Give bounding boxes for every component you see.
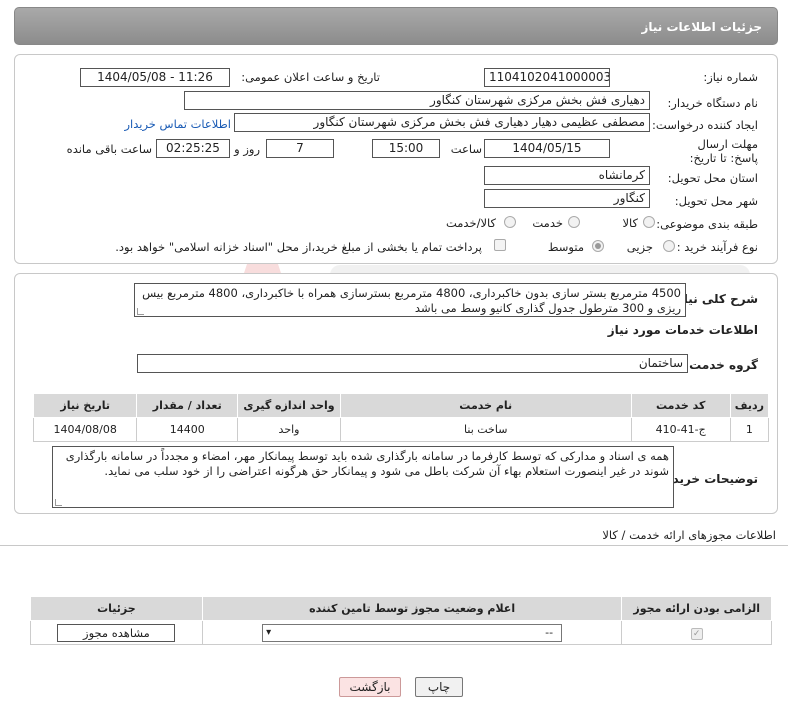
cell-row-number: 1 <box>729 417 770 442</box>
services-table-header: ردیف کد خدمت نام خدمت واحد اندازه گیری ت… <box>32 393 770 418</box>
print-button[interactable]: چاپ <box>415 677 463 697</box>
deadline-time-label: ساعت <box>450 142 482 156</box>
treasury-note: پرداخت تمام یا بخشی از مبلغ خرید،از محل … <box>115 240 482 254</box>
days-label: روز و <box>234 142 260 156</box>
col-unit: واحد اندازه گیری <box>237 393 341 418</box>
remaining-time-field: 02:25:25 <box>156 139 230 158</box>
cell-service-code: ج-41-410 <box>630 417 731 442</box>
page-title: جزئیات اطلاعات نیاز <box>641 20 762 34</box>
need-number-field: 1104102041000003 <box>484 68 610 87</box>
treasury-checkbox[interactable] <box>494 239 506 251</box>
category-option-service: خدمت <box>532 216 563 230</box>
col-permit-status: اعلام وضعیت مجوز توسط تامین کننده <box>201 596 623 621</box>
cell-quantity: 14400 <box>136 417 239 442</box>
col-quantity: تعداد / مقدار <box>136 393 239 418</box>
col-row-number: ردیف <box>729 393 770 418</box>
remaining-time-label: ساعت باقی مانده <box>66 142 152 156</box>
services-table: ردیف کد خدمت نام خدمت واحد اندازه گیری ت… <box>32 393 770 442</box>
buyer-contact-link[interactable]: اطلاعات تماس خریدار <box>124 117 231 131</box>
col-service-name: نام خدمت <box>339 393 632 418</box>
city-label: شهر محل تحویل: <box>674 194 758 208</box>
summary-text: 4500 مترمربع بستر سازی بدون خاکبرداری، 4… <box>142 286 681 315</box>
category-radio-goods[interactable] <box>643 216 655 228</box>
buyer-notes-text: همه ی اسناد و مدارکی که توسط کارفرما در … <box>65 449 669 478</box>
need-number-label: شماره نیاز: <box>703 70 758 84</box>
permit-required-checkbox: ✓ <box>690 627 703 640</box>
cell-permit-status: -- ▾ <box>201 620 623 645</box>
section-divider <box>0 545 788 546</box>
permits-section-title: اطلاعات مجوزهای ارائه خدمت / کالا <box>602 528 776 542</box>
col-need-date: تاریخ نیاز <box>32 393 138 418</box>
view-permit-button[interactable]: مشاهده مجوز <box>57 623 176 642</box>
category-label: طبقه بندی موضوعی: <box>656 217 758 231</box>
deadline-date-field: 1404/05/15 <box>484 139 610 158</box>
services-section-title: اطلاعات خدمات مورد نیاز <box>607 323 758 337</box>
category-option-goods-service: کالا/خدمت <box>445 216 496 230</box>
buyer-org-label: نام دستگاه خریدار: <box>667 96 758 110</box>
service-group-field: ساختمان <box>137 354 688 373</box>
buyer-org-field: دهیاری فش بخش مرکزی شهرستان کنگاور <box>184 91 650 110</box>
table-row: ✓ -- ▾ مشاهده مجوز <box>30 620 772 645</box>
col-permit-required: الزامی بودن ارائه مجوز <box>621 596 772 621</box>
service-group-label: گروه خدمت: <box>684 358 758 372</box>
cell-permit-details: مشاهده مجوز <box>30 620 203 645</box>
cell-permit-required: ✓ <box>621 620 772 645</box>
days-remaining-field: 7 <box>266 139 334 158</box>
permit-status-select[interactable]: -- ▾ <box>262 623 563 642</box>
province-label: استان محل تحویل: <box>667 171 758 185</box>
announce-datetime-field: 1404/05/08 - 11:26 <box>80 68 230 87</box>
category-radio-service[interactable] <box>568 216 580 228</box>
cell-unit: واحد <box>237 417 341 442</box>
cell-need-date: 1404/08/08 <box>32 417 138 442</box>
requester-field: مصطفی عظیمی دهیار دهیاری فش بخش مرکزی شه… <box>234 113 650 132</box>
purchase-type-label: نوع فرآیند خرید : <box>676 240 758 254</box>
summary-textarea: 4500 مترمربع بستر سازی بدون خاکبرداری، 4… <box>134 283 686 317</box>
deadline-time-field: 15:00 <box>372 139 440 158</box>
announce-datetime-label: تاریخ و ساعت اعلان عمومی: <box>241 70 380 84</box>
table-row: 1 ج-41-410 ساخت بنا واحد 14400 1404/08/0… <box>32 417 770 442</box>
permits-table: الزامی بودن ارائه مجوز اعلام وضعیت مجوز … <box>30 596 772 645</box>
permit-status-value: -- <box>545 625 554 639</box>
resize-grip-icon[interactable] <box>137 308 144 315</box>
province-field: کرمانشاه <box>484 166 650 185</box>
chevron-down-icon: ▾ <box>266 626 272 638</box>
city-field: کنگاور <box>484 189 650 208</box>
permits-table-header: الزامی بودن ارائه مجوز اعلام وضعیت مجوز … <box>30 596 772 621</box>
category-radio-goods-service[interactable] <box>504 216 516 228</box>
col-service-code: کد خدمت <box>630 393 731 418</box>
col-permit-details: جزئیات <box>30 596 203 621</box>
cell-service-name: ساخت بنا <box>339 417 632 442</box>
purchase-type-option-minor: جزیی <box>626 240 653 254</box>
purchase-type-radio-medium[interactable] <box>592 240 604 252</box>
purchase-type-option-medium: متوسط <box>547 240 584 254</box>
back-button[interactable]: بازگشت <box>339 677 401 697</box>
buyer-notes-textarea: همه ی اسناد و مدارکی که توسط کارفرما در … <box>52 446 674 508</box>
requester-label: ایجاد کننده درخواست: <box>652 118 758 132</box>
deadline-label: مهلت ارسال پاسخ: تا تاریخ: <box>689 137 758 165</box>
category-option-goods: کالا <box>622 216 638 230</box>
purchase-type-radio-minor[interactable] <box>663 240 675 252</box>
resize-grip-icon[interactable] <box>55 499 62 506</box>
